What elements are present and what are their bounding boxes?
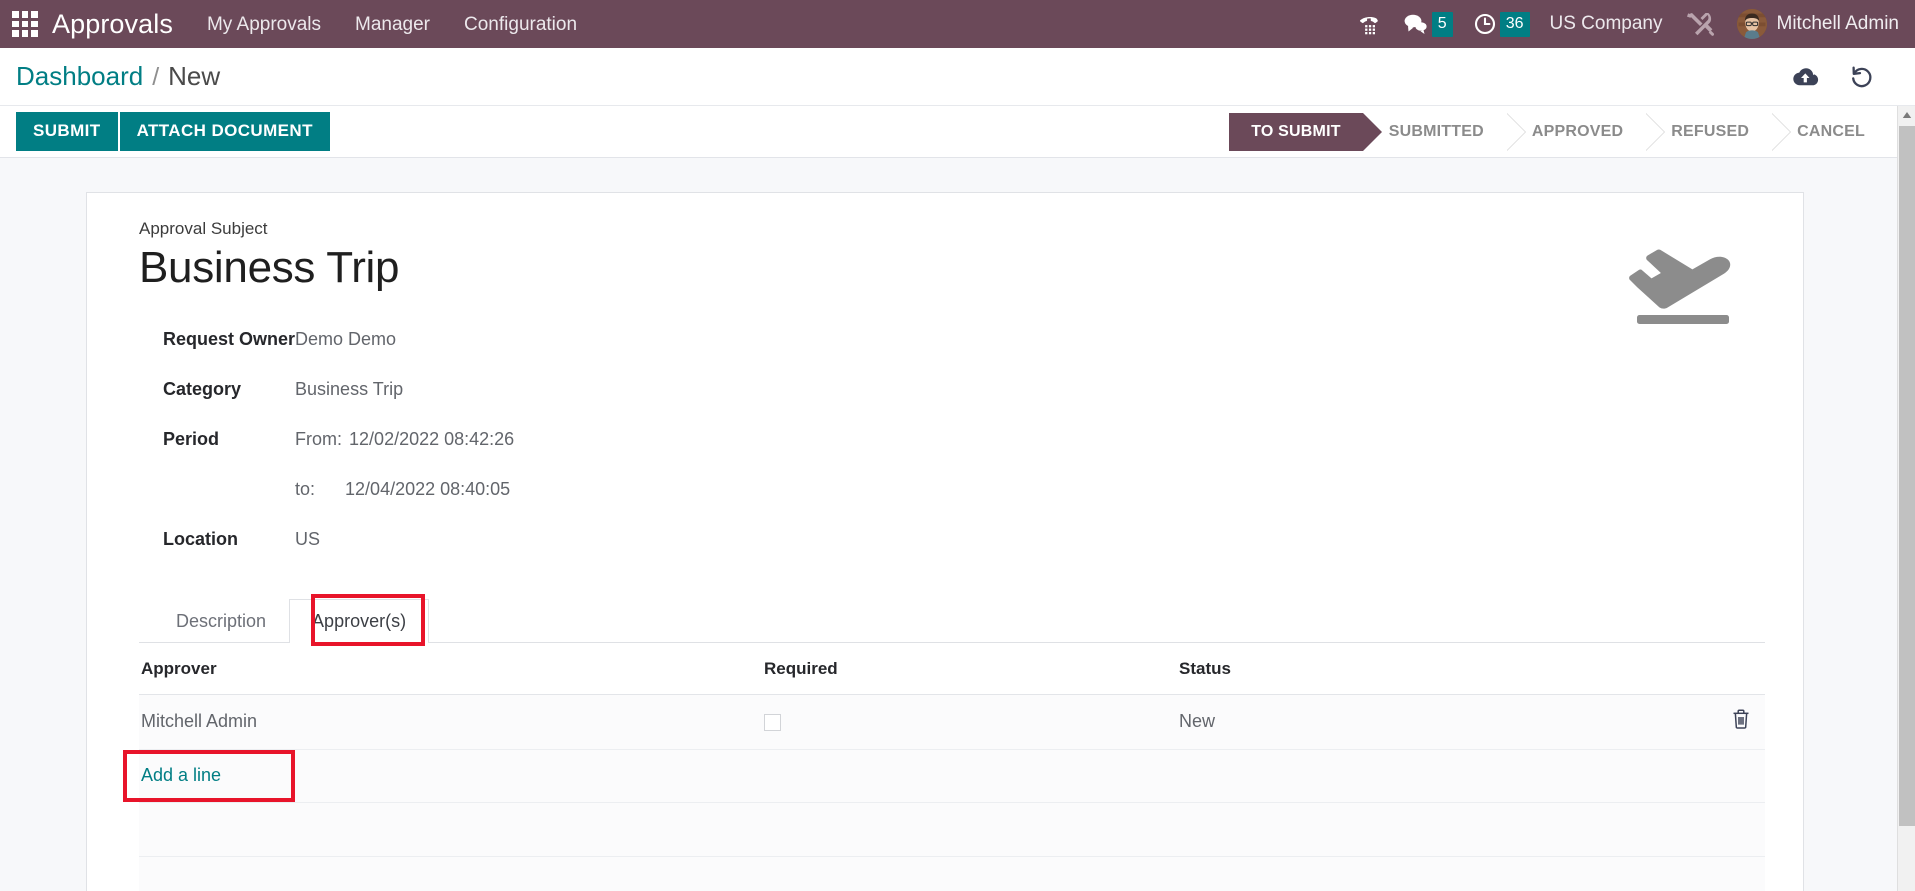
- attach-document-button[interactable]: ATTACH DOCUMENT: [119, 112, 330, 151]
- navbar-right-section: 5 36 US Company Mitchell Admin: [1357, 0, 1915, 48]
- breadcrumb-dashboard[interactable]: Dashboard: [16, 61, 143, 92]
- add-line-cell[interactable]: Add a line: [123, 749, 1765, 804]
- plane-departure-icon: [1623, 243, 1743, 325]
- scroll-up-arrow-icon[interactable]: [1898, 106, 1915, 124]
- breadcrumb-actions: [1761, 65, 1915, 89]
- column-header-approver: Approver: [139, 643, 764, 696]
- column-header-required: Required: [764, 643, 1179, 696]
- breadcrumb-bar: Dashboard / New: [0, 48, 1915, 106]
- field-row-request-owner: Request Owner Demo Demo: [163, 314, 514, 364]
- trash-icon[interactable]: [1731, 708, 1751, 735]
- table-header-row: Approver Required Status: [139, 643, 1765, 696]
- period-from-input[interactable]: 12/02/2022 08:42:26: [349, 429, 514, 450]
- request-owner-value[interactable]: Demo Demo: [295, 329, 396, 349]
- table-empty-row-2: [139, 856, 1765, 891]
- field-row-period-from: Period From: 12/02/2022 08:42:26: [163, 414, 514, 464]
- form-sheet: Approval Subject Business Trip Request O…: [86, 192, 1804, 891]
- menu-my-approvals[interactable]: My Approvals: [207, 15, 321, 34]
- messages-counter[interactable]: 5: [1403, 11, 1453, 37]
- period-spacer: [163, 464, 295, 514]
- cell-status: New: [1179, 694, 1609, 751]
- user-menu[interactable]: Mitchell Admin: [1777, 13, 1900, 35]
- form-background: Approval Subject Business Trip Request O…: [0, 158, 1897, 891]
- column-header-actions: [1609, 643, 1765, 696]
- notebook-tab-strip: Description Approver(s): [139, 594, 1765, 647]
- activities-count-badge: 36: [1499, 11, 1530, 37]
- add-a-line-button[interactable]: Add a line: [141, 765, 221, 786]
- wrench-screwdriver-icon[interactable]: [1685, 10, 1715, 38]
- vertical-scrollbar[interactable]: [1897, 106, 1915, 891]
- column-header-status: Status: [1179, 643, 1609, 696]
- status-to-submit[interactable]: TO SUBMIT: [1229, 112, 1382, 151]
- category-label: Category: [163, 378, 242, 399]
- status-approved[interactable]: APPROVED: [1505, 112, 1666, 151]
- empty-cell-2: [139, 856, 1765, 891]
- app-brand-approvals[interactable]: Approvals: [52, 10, 173, 38]
- field-row-category: Category Business Trip: [163, 364, 514, 414]
- company-switcher[interactable]: US Company: [1550, 13, 1663, 35]
- chat-bubble-icon: [1404, 14, 1427, 34]
- period-label: Period: [163, 428, 220, 449]
- field-row-period-to: to: 12/04/2022 08:40:05: [163, 464, 514, 514]
- undo-discard-icon[interactable]: [1849, 65, 1875, 89]
- notebook: Description Approver(s) Approver Require…: [123, 594, 1765, 891]
- clock-icon: [1474, 13, 1495, 35]
- table-row[interactable]: Mitchell Admin New: [139, 694, 1765, 751]
- breadcrumb: Dashboard / New: [0, 61, 220, 92]
- add-line-row[interactable]: Add a line: [123, 749, 1765, 804]
- record-title-business-trip[interactable]: Business Trip: [139, 243, 1765, 292]
- status-bar: TO SUBMIT SUBMITTED APPROVED REFUSED CAN…: [1229, 106, 1915, 158]
- table-empty-row-1: [139, 802, 1765, 858]
- required-checkbox[interactable]: [764, 714, 781, 732]
- messages-count-badge: 5: [1431, 11, 1453, 37]
- action-buttons: SUBMIT ATTACH DOCUMENT: [0, 112, 330, 151]
- phone-dialpad-icon[interactable]: [1357, 11, 1383, 37]
- menu-configuration[interactable]: Configuration: [464, 15, 577, 34]
- cell-required: [764, 694, 1179, 751]
- menu-manager[interactable]: Manager: [355, 15, 430, 34]
- location-input[interactable]: US: [295, 529, 320, 549]
- period-from-prefix: From:: [295, 428, 343, 449]
- approval-subject-label: Approval Subject: [139, 219, 268, 238]
- activities-counter[interactable]: 36: [1473, 11, 1530, 37]
- approvers-table: Approver Required Status Mitchell Admin: [123, 643, 1765, 891]
- top-navbar: Approvals My Approvals Manager Configura…: [0, 0, 1915, 48]
- control-panel: SUBMIT ATTACH DOCUMENT TO SUBMIT SUBMITT…: [0, 106, 1915, 158]
- cell-delete: [1609, 694, 1765, 751]
- field-row-location: Location US: [163, 514, 514, 564]
- tab-description[interactable]: Description: [153, 599, 289, 643]
- status-submitted[interactable]: SUBMITTED: [1362, 112, 1527, 151]
- cloud-upload-save-icon[interactable]: [1791, 66, 1819, 88]
- submit-button[interactable]: SUBMIT: [16, 112, 118, 151]
- tab-approvers[interactable]: Approver(s): [289, 599, 430, 644]
- avatar[interactable]: [1736, 9, 1767, 39]
- request-owner-label: Request Owner: [163, 328, 296, 349]
- category-value[interactable]: Business Trip: [295, 379, 403, 399]
- period-to-input[interactable]: 12/04/2022 08:40:05: [345, 479, 510, 500]
- form-fields-grid: Request Owner Demo Demo Category Busines…: [163, 314, 514, 564]
- scrollbar-thumb[interactable]: [1899, 126, 1915, 826]
- breadcrumb-current: New: [168, 61, 221, 91]
- empty-cell-1: [139, 802, 1765, 858]
- apps-grid-icon[interactable]: [12, 11, 38, 37]
- breadcrumb-separator: /: [152, 63, 160, 91]
- cell-approver-name[interactable]: Mitchell Admin: [139, 694, 764, 751]
- period-to-prefix: to:: [295, 478, 316, 499]
- location-label: Location: [163, 528, 238, 549]
